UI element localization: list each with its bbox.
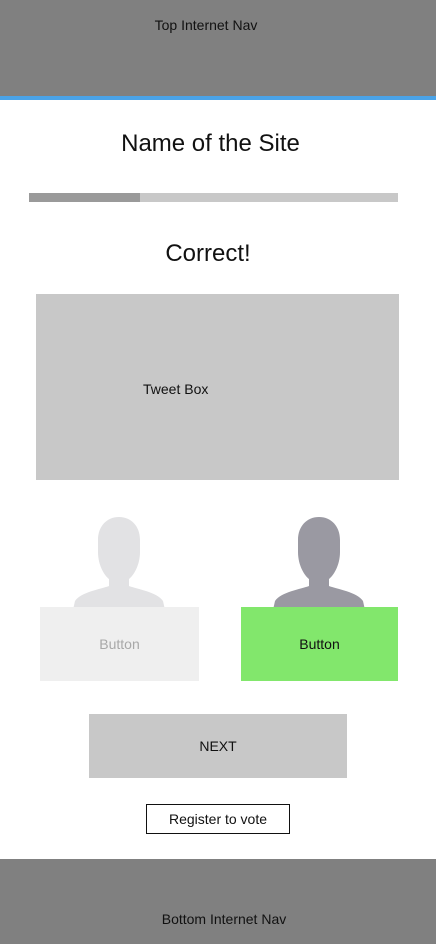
tweet-box: Tweet Box	[36, 294, 399, 480]
top-nav-label: Top Internet Nav	[154, 17, 258, 33]
choice-button-left[interactable]: Button	[40, 607, 199, 681]
person-silhouette-icon	[273, 517, 365, 610]
tweet-box-label: Tweet Box	[143, 381, 209, 397]
top-nav: Top Internet Nav	[0, 0, 436, 96]
person-silhouette-icon	[73, 517, 165, 610]
bottom-nav: Bottom Internet Nav	[0, 859, 436, 944]
register-to-vote-button[interactable]: Register to vote	[146, 804, 290, 834]
progress-fill	[29, 193, 140, 202]
avatar-left	[71, 516, 167, 610]
bottom-nav-label: Bottom Internet Nav	[161, 911, 287, 927]
avatar-right	[271, 516, 367, 610]
result-message: Correct!	[165, 240, 251, 267]
choice-button-right[interactable]: Button	[241, 607, 398, 681]
accent-divider	[0, 96, 436, 100]
site-title: Name of the Site	[121, 130, 300, 157]
progress-bar	[29, 193, 398, 202]
next-button[interactable]: NEXT	[89, 714, 347, 778]
